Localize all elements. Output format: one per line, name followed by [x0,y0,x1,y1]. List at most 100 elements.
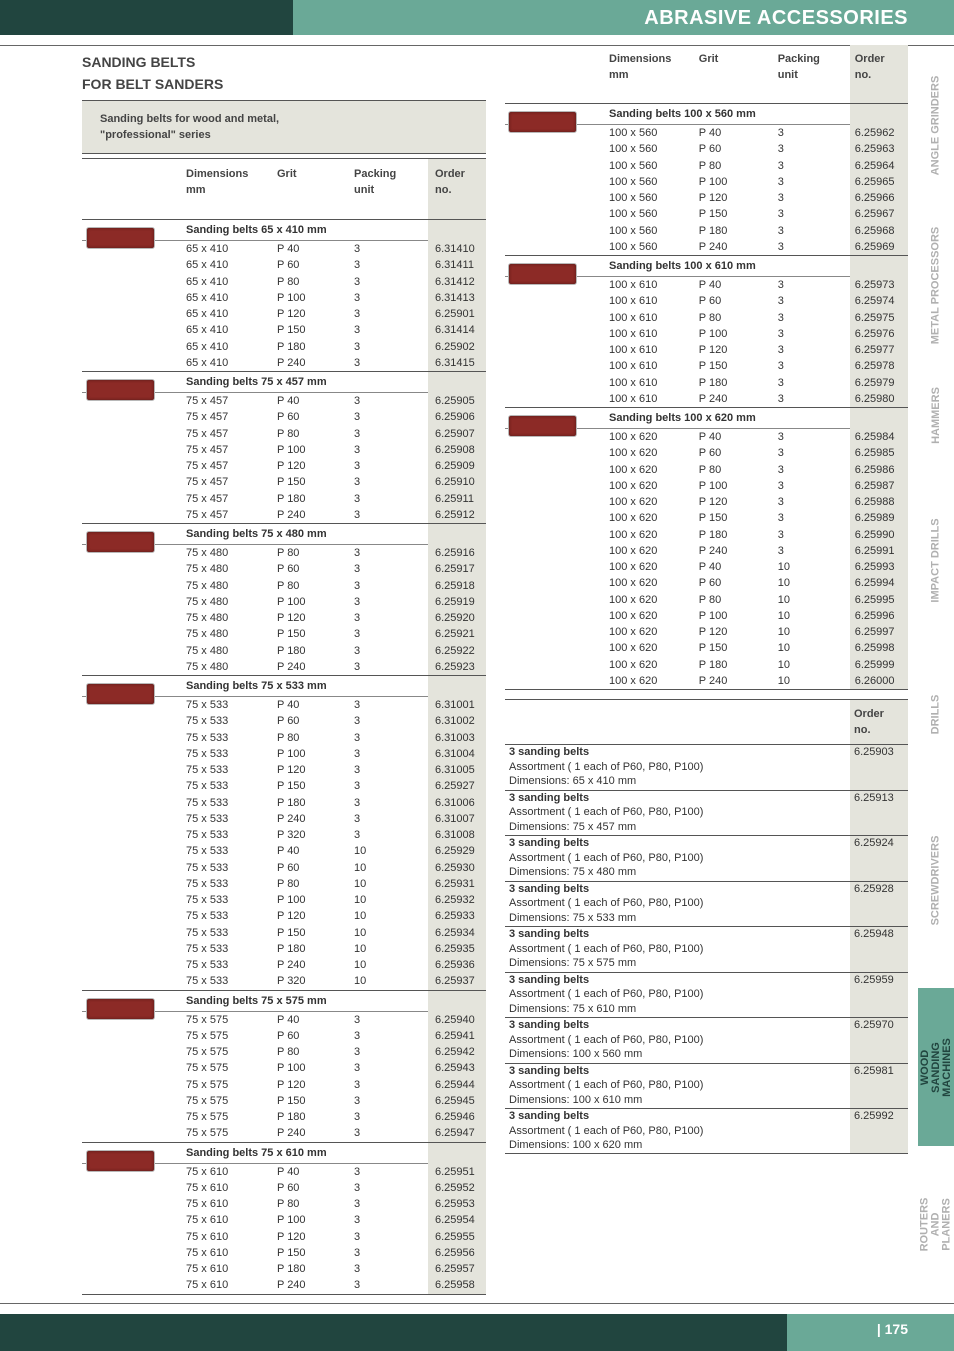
assortment-text: 3 sanding belts Assortment ( 1 each of P6… [509,882,908,926]
cell-packing: 3 [777,311,784,324]
cell-order: 6.25998 [854,642,895,655]
cell-grit: P 100 [698,175,728,188]
product-group: Sanding belts 75 x 610 mm 75 x 610 P 40 3 6.… [82,1141,486,1294]
assortment-title: 3 sanding belts [509,746,590,758]
assortment-title: 3 sanding belts [509,928,590,940]
cell-grit: P 240 [277,508,306,521]
cell-order: 6.25952 [435,1181,475,1194]
cell-order: 6.25935 [435,942,475,955]
cell-order: 6.25920 [435,612,475,624]
sidebar-tab[interactable]: HAMMERS [918,365,954,465]
cell-grit: P 120 [277,612,306,624]
cell-order: 6.25907 [435,427,475,440]
group-title-text: Sanding belts 100 x 620 mm [609,412,756,424]
table-row: 75 x 533 P 180 10 6.25935 [82,941,486,957]
cell-packing: 10 [354,877,367,890]
cell-order: 6.25912 [435,508,475,521]
sidebar-tab[interactable]: WOOD SANDING MACHINES [918,988,954,1146]
cell-order: 6.31414 [435,324,475,337]
cell-packing: 3 [354,411,361,424]
cell-order: 6.25979 [854,376,895,389]
header-order: Order no. [435,168,465,196]
table-row: 75 x 457 P 80 3 6.25907 [82,426,486,442]
cell-grit: P 240 [277,812,306,825]
cell-grit: P 60 [698,577,722,590]
sidebar-tab[interactable]: DRILLS [918,655,954,773]
cell-grit: P 40 [277,1165,300,1178]
cell-packing: 3 [777,344,784,356]
sidebar-tab[interactable]: ROUTERS AND PLANERS [918,1146,954,1303]
cell-order: 6.31002 [435,715,475,728]
cell-grit: P 120 [698,496,728,508]
table-row: 75 x 480 P 60 3 6.25917 [82,561,486,577]
sidebar-tab-label: IMPACT DRILLS [929,517,942,603]
cell-grit: P 100 [277,894,306,906]
cell-packing: 3 [777,479,784,492]
sidebar-tab-label: ROUTERS AND PLANERS [918,1197,953,1252]
assortment-text: 3 sanding belts Assortment ( 1 each of P6… [509,927,908,971]
cell-order: 6.25922 [435,644,475,657]
table-row: 100 x 620 P 120 3 6.25988 [505,494,908,510]
table-row: 75 x 575 P 180 3 6.25946 [82,1109,486,1125]
cell-order: 6.31003 [435,731,475,744]
cell-order: 6.25978 [854,360,895,373]
cell-order: 6.25940 [435,1013,475,1026]
assortment-dims: Dimensions: 100 x 620 mm [509,1139,643,1151]
sidebar-tab-label: HAMMERS [929,386,942,444]
table-row: 75 x 575 P 120 3 6.25944 [82,1077,486,1093]
sidebar-tab[interactable]: SCREWDRIVERS [918,773,954,988]
cell-grit: P 150 [277,628,306,641]
assortment-order-header: Order no. [854,708,884,736]
sidebar-tab[interactable]: IMPACT DRILLS [918,465,954,655]
cell-order: 6.25999 [854,658,895,671]
table-row: 75 x 533 P 80 3 6.31003 [82,730,486,746]
cell-dimensions: 75 x 575 [186,1094,229,1107]
cell-dimensions: 75 x 480 [186,579,229,592]
table-row: 75 x 533 P 320 3 6.31008 [82,827,486,843]
sidebar-tab-label: WOOD SANDING MACHINES [918,1037,953,1097]
cell-packing: 3 [777,392,784,405]
table-row: 75 x 533 P 60 10 6.25930 [82,860,486,876]
cell-dimensions: 75 x 457 [186,476,229,489]
cell-dimensions: 75 x 533 [186,699,229,711]
table-row: 75 x 457 P 180 3 6.25911 [82,491,486,507]
cell-packing: 3 [777,159,784,172]
cell-grit: P 240 [277,1279,306,1292]
cell-order: 6.25966 [854,192,895,204]
table-row: 100 x 560 P 180 3 6.25968 [505,223,908,239]
cell-dimensions: 75 x 533 [186,975,229,988]
cell-order: 6.25964 [854,159,895,172]
cell-grit: P 80 [277,1046,300,1058]
cell-order: 6.25930 [435,861,475,874]
cell-grit: P 240 [277,1127,306,1140]
cell-dimensions: 100 x 620 [609,496,658,508]
cell-order: 6.31412 [435,275,475,288]
table-row: 75 x 533 P 40 10 6.25929 [82,843,486,859]
assortment-desc: Assortment ( 1 each of P60, P80, P100) [509,942,704,955]
cell-dimensions: 75 x 533 [186,829,229,841]
cell-dimensions: 100 x 610 [609,279,658,291]
cell-order: 6.25919 [435,595,475,608]
sidebar-tab[interactable]: METAL PROCESSORS [918,205,954,365]
cell-grit: P 150 [277,780,306,793]
assortment-desc: Assortment ( 1 each of P60, P80, P100) [509,851,704,864]
cell-packing: 3 [354,476,361,489]
cell-order: 6.25985 [854,447,895,460]
cell-packing: 3 [354,395,361,407]
sidebar-tab[interactable]: ANGLE GRINDERS [918,45,954,205]
cell-order: 6.25941 [435,1029,475,1042]
cell-dimensions: 100 x 620 [609,528,658,541]
right-table-end-rule [505,689,908,690]
assortment-item: 3 sanding belts Assortment ( 1 each of P6… [505,926,908,972]
cell-order: 6.25963 [854,143,895,156]
cell-dimensions: 65 x 410 [186,324,229,337]
cell-dimensions: 100 x 610 [609,392,658,405]
cell-order: 6.25984 [854,431,895,443]
cell-grit: P 60 [277,1029,300,1042]
cell-packing: 3 [354,492,361,505]
cell-packing: 3 [354,427,361,440]
cell-grit: P 60 [698,143,722,156]
table-row: 75 x 533 P 320 10 6.25937 [82,973,486,989]
cell-dimensions: 75 x 575 [186,1111,229,1123]
cell-dimensions: 100 x 620 [609,674,658,687]
